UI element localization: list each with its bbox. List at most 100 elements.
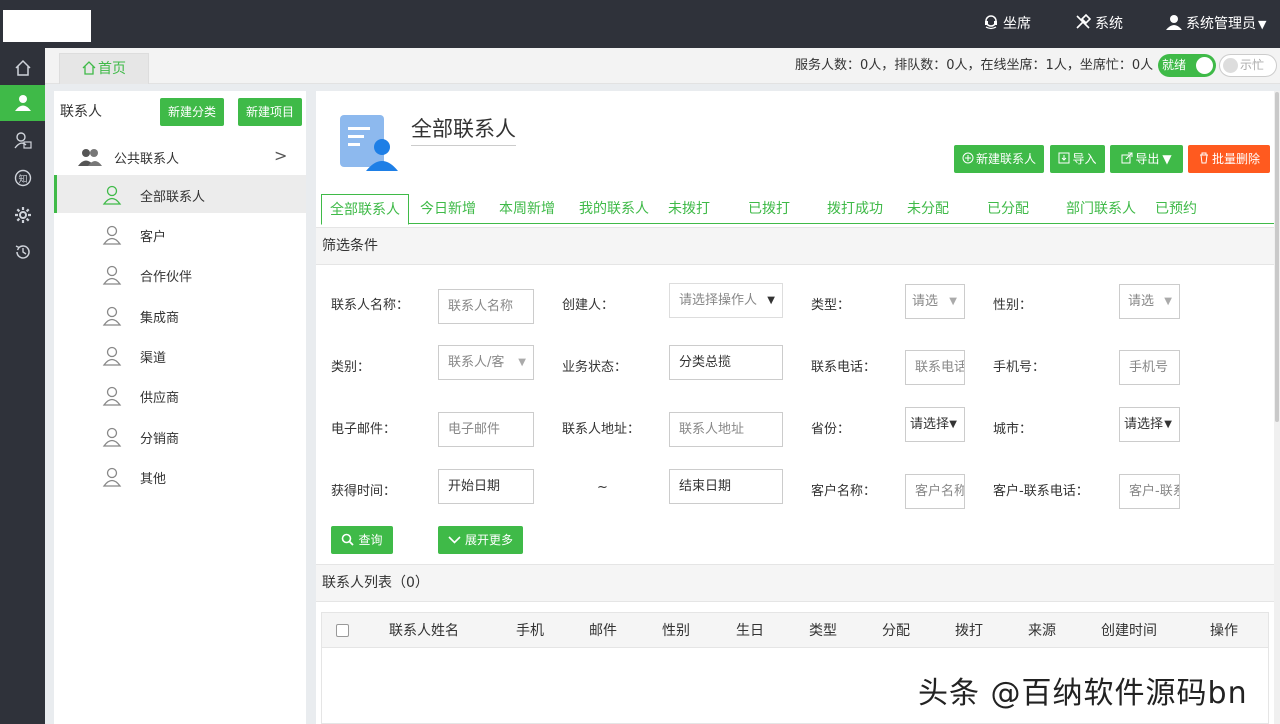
sidebar-item-category[interactable]: 其他: [54, 457, 306, 495]
list-section-title: 联系人列表（0）: [316, 564, 1274, 602]
province-label: 省份：: [811, 422, 851, 437]
user-outline-icon: [102, 306, 122, 326]
col-assign[interactable]: 分配: [882, 613, 910, 649]
caret-down-icon: ▼: [518, 357, 526, 368]
tab-all-contacts[interactable]: 全部联系人: [321, 194, 409, 225]
address-input[interactable]: 联系人地址: [669, 412, 783, 447]
tab-department-contacts[interactable]: 部门联系人: [1066, 194, 1136, 224]
tab-not-called[interactable]: 未拨打: [668, 194, 710, 224]
admin-menu[interactable]: 系统管理员 ▼: [1166, 0, 1266, 48]
tab-called[interactable]: 已拨打: [748, 194, 790, 224]
home-nav[interactable]: [0, 50, 45, 86]
phone-input[interactable]: 联系电话: [905, 350, 965, 385]
export-button[interactable]: 导出 ▼: [1110, 145, 1183, 173]
gender-label: 性别：: [993, 298, 1033, 313]
ready-toggle[interactable]: 就绪: [1158, 54, 1216, 77]
province-select[interactable]: 请选择 ▼: [905, 407, 965, 442]
svg-text:知: 知: [18, 173, 27, 185]
tab-reserved[interactable]: 已预约: [1155, 194, 1197, 224]
select-all-checkbox[interactable]: [336, 624, 349, 637]
customer-name-input[interactable]: 客户名称: [905, 474, 965, 509]
sidebar-item-category[interactable]: 渠道: [54, 336, 306, 374]
tab-call-success[interactable]: 拨打成功: [827, 194, 883, 224]
city-select[interactable]: 请选择 ▼: [1119, 407, 1180, 442]
tab-week-new[interactable]: 本周新增: [499, 194, 555, 224]
col-email[interactable]: 邮件: [589, 613, 617, 649]
status-label: 业务状态：: [562, 360, 628, 375]
batch-delete-button[interactable]: 批量删除: [1188, 145, 1270, 173]
col-birthday[interactable]: 生日: [736, 613, 764, 649]
sidebar-item-label: 客户: [140, 230, 167, 245]
seat-menu[interactable]: 坐席: [983, 0, 1031, 48]
user-outline-icon: [102, 225, 122, 245]
icon-sidebar: 知: [0, 48, 45, 724]
new-item-button[interactable]: 新建项目: [238, 98, 302, 126]
main-panel: 全部联系人 新建联系人 导入 导出 ▼ 批量删除 全部联系人 今日新增 本周新增 …: [316, 91, 1274, 724]
col-gender[interactable]: 性别: [662, 613, 690, 649]
mobile-input[interactable]: 手机号: [1119, 350, 1180, 385]
sidebar-item-category[interactable]: 合作伙伴: [54, 255, 306, 293]
sidebar-item-category[interactable]: 全部联系人: [54, 175, 306, 213]
type-select[interactable]: 请选 ▼: [905, 284, 965, 319]
email-input[interactable]: 电子邮件: [438, 412, 534, 447]
tab-today-new[interactable]: 今日新增: [420, 194, 476, 224]
col-name[interactable]: 联系人姓名: [389, 613, 459, 649]
sidebar-item-category[interactable]: 分销商: [54, 417, 306, 455]
tab-unassigned[interactable]: 未分配: [907, 194, 949, 224]
sidebar-item-label: 集成商: [140, 311, 180, 326]
query-button[interactable]: 查询: [331, 526, 393, 554]
settings-nav[interactable]: [0, 197, 45, 233]
caret-down-icon: ▼: [949, 419, 957, 430]
col-type[interactable]: 类型: [809, 613, 837, 649]
name-label: 联系人名称：: [331, 298, 410, 313]
caret-down-icon: ▼: [1258, 18, 1267, 31]
gender-select[interactable]: 请选 ▼: [1119, 284, 1180, 319]
creator-select[interactable]: 请选择操作人 ▼: [669, 283, 783, 318]
knowledge-nav[interactable]: 知: [0, 160, 45, 196]
col-dial[interactable]: 拨打: [955, 613, 983, 649]
date-range-separator: ~: [597, 480, 608, 495]
tab-my-contacts[interactable]: 我的联系人: [579, 194, 649, 224]
new-contact-button[interactable]: 新建联系人: [954, 145, 1044, 173]
col-mobile[interactable]: 手机: [516, 613, 544, 649]
customer-phone-label: 客户-联系电话：: [993, 484, 1089, 499]
import-button[interactable]: 导入: [1050, 145, 1105, 173]
new-category-button[interactable]: 新建分类: [160, 98, 224, 126]
sidebar-item-category[interactable]: 客户: [54, 215, 306, 253]
tab-assigned[interactable]: 已分配: [987, 194, 1029, 224]
contact-tabs: 全部联系人 今日新增 本周新增 我的联系人 未拨打 已拨打 拨打成功 未分配 已…: [321, 194, 1274, 225]
col-created-time[interactable]: 创建时间: [1101, 613, 1157, 649]
customer-phone-input[interactable]: 客户-联系电话: [1119, 474, 1180, 509]
category-select[interactable]: 联系人/客 ▼: [438, 345, 534, 380]
address-label: 联系人地址：: [562, 422, 641, 437]
plus-circle-icon: [962, 152, 974, 164]
sidebar-item-label: 分销商: [140, 432, 180, 447]
public-contacts-group[interactable]: 公共联系人 >: [54, 139, 306, 175]
user-outline-icon: [102, 265, 122, 285]
scrollbar-thumb[interactable]: [1275, 92, 1279, 422]
customer-nav[interactable]: [0, 122, 45, 158]
start-date-input[interactable]: 开始日期: [438, 469, 534, 504]
history-nav[interactable]: [0, 234, 45, 270]
category-label: 类别：: [331, 360, 371, 375]
tools-icon: [1075, 2, 1092, 29]
chevron-down-icon: [448, 536, 461, 544]
sidebar-item-category[interactable]: 供应商: [54, 376, 306, 414]
page-title: 全部联系人: [411, 113, 516, 146]
col-source[interactable]: 来源: [1028, 613, 1056, 649]
sidebar-item-category[interactable]: 集成商: [54, 296, 306, 334]
home-tab[interactable]: 首页: [59, 53, 149, 84]
col-actions[interactable]: 操作: [1210, 613, 1238, 649]
system-menu[interactable]: 系统: [1075, 0, 1123, 48]
end-date-input[interactable]: 结束日期: [669, 469, 783, 504]
panel-title: 联系人: [60, 104, 102, 120]
city-label: 城市：: [993, 422, 1033, 437]
name-input[interactable]: 联系人名称: [438, 289, 534, 324]
status-select[interactable]: 分类总揽: [669, 345, 783, 380]
user-outline-icon: [102, 185, 122, 205]
expand-more-button[interactable]: 展开更多: [438, 526, 523, 554]
caret-down-icon: ▼: [949, 296, 957, 307]
contacts-nav[interactable]: [0, 85, 45, 121]
home-icon: [82, 61, 96, 75]
busy-toggle[interactable]: 示忙: [1219, 54, 1277, 77]
